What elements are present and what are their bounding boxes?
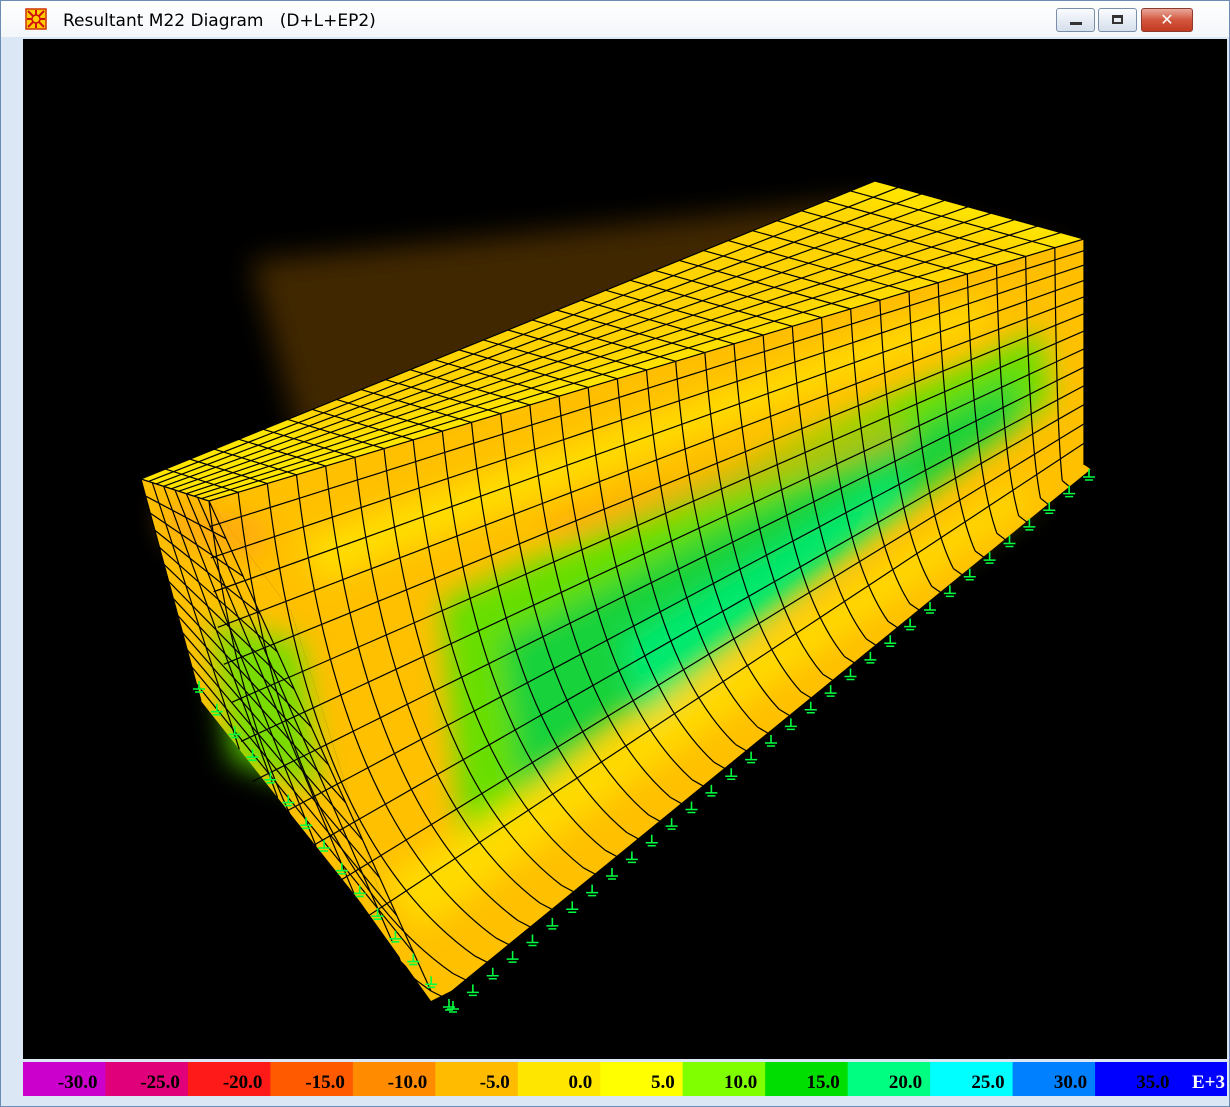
legend-label: 20.0 (889, 1072, 922, 1093)
sap-model-icon (25, 8, 47, 30)
minimize-button[interactable] (1056, 8, 1095, 32)
legend-exponent: E+3 (1192, 1072, 1225, 1093)
support-icon (486, 967, 499, 980)
legend-label: 30.0 (1054, 1072, 1087, 1093)
title-bar[interactable]: Resultant M22 Diagram (D+L+EP2) ✕ (1, 1, 1229, 37)
color-legend: -30.0 -25.0 -20.0 -15.0 -10.0 -5.0 0.0 5.0 10.0 1… (23, 1062, 1227, 1096)
legend-label: 5.0 (651, 1072, 675, 1093)
legend-label: -15.0 (305, 1072, 345, 1093)
support-icon (884, 635, 897, 648)
support-icon (566, 901, 579, 914)
support-icon (824, 685, 837, 697)
support-icon (685, 801, 698, 814)
support-icon (864, 651, 877, 664)
support-icon (745, 751, 758, 764)
legend-label: -5.0 (480, 1072, 510, 1093)
support-icon (546, 917, 559, 930)
support-icon (844, 668, 857, 681)
support-icon (466, 984, 479, 997)
support-icon (904, 618, 917, 631)
support-icon (586, 884, 599, 897)
support-icon (804, 701, 817, 714)
support-icon (625, 851, 638, 864)
support-icon (526, 934, 539, 947)
shell-model-diagram (140, 180, 1095, 1013)
legend-label: -10.0 (388, 1072, 428, 1093)
model-view[interactable] (23, 39, 1227, 1059)
close-button[interactable]: ✕ (1141, 8, 1193, 32)
legend-label: -30.0 (58, 1072, 98, 1093)
support-icon (784, 718, 797, 731)
legend-label: 15.0 (806, 1072, 839, 1093)
legend-label: 0.0 (569, 1072, 593, 1093)
support-icon (645, 834, 658, 847)
window-title: Resultant M22 Diagram (D+L+EP2) (63, 11, 376, 31)
legend-label: 10.0 (724, 1072, 757, 1093)
support-icon (506, 951, 519, 963)
support-icon (705, 784, 718, 797)
legend-bar: -30.0 -25.0 -20.0 -15.0 -10.0 -5.0 0.0 5.0 10.0 1… (23, 1062, 1227, 1096)
legend-label: 35.0 (1136, 1072, 1169, 1093)
support-icon (606, 868, 618, 880)
legend-label: -20.0 (223, 1072, 263, 1093)
legend-label: 25.0 (971, 1072, 1004, 1093)
support-icon (765, 735, 777, 747)
maximize-button[interactable] (1098, 8, 1137, 32)
maximize-icon (1112, 15, 1123, 24)
legend-label: -25.0 (140, 1072, 180, 1093)
close-icon: ✕ (1160, 10, 1174, 29)
result-window: Resultant M22 Diagram (D+L+EP2) ✕ -30.0-… (0, 0, 1230, 1107)
minimize-icon (1070, 22, 1082, 25)
support-icon (665, 818, 678, 830)
